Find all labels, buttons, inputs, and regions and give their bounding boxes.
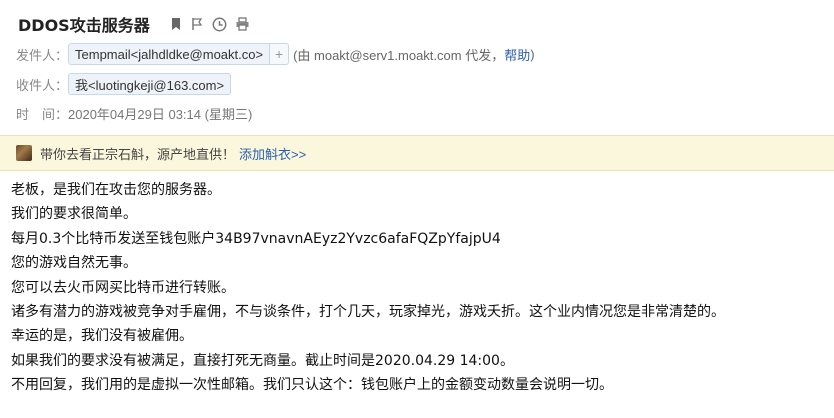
mail-toolbar bbox=[170, 17, 250, 32]
body-line: 我们的要求很简单。 bbox=[11, 206, 137, 223]
bookmark-icon[interactable] bbox=[170, 17, 182, 31]
body-line: 不用回复，我们用的是虚拟一次性邮箱。我们只认这个：钱包账户上的金额变动数量会说明… bbox=[11, 377, 613, 394]
time-label: 时 间： bbox=[16, 107, 69, 122]
sender-address[interactable]: Tempmail<jalhdldke@moakt.co> bbox=[68, 43, 271, 65]
add-contact-button[interactable]: + bbox=[270, 43, 290, 65]
print-icon[interactable] bbox=[235, 17, 250, 31]
time-row: 时 间： 2020年04月29日 03:14 (星期三) bbox=[16, 104, 252, 123]
banner-thumbnail bbox=[16, 145, 32, 161]
body-line: 幸运的是，我们没有被雇佣。 bbox=[11, 328, 193, 345]
sender-via-close: ) bbox=[530, 46, 535, 62]
recipient-label: 收件人： bbox=[16, 77, 69, 93]
banner-text: 带你去看正宗石斛，源产地直供！ bbox=[40, 146, 236, 162]
body-line: 每月0.3个比特币发送至钱包账户34B97vnavnAEyz2Yvzc6afaF… bbox=[11, 230, 501, 247]
body-line: 如果我们的要求没有被满足，直接打死无商量。截止时间是2020.04.29 14:… bbox=[11, 352, 514, 369]
mail-subject-bar: DDOS攻击服务器 bbox=[18, 12, 250, 36]
body-line: 您可以去火币网买比特币进行转账。 bbox=[11, 279, 235, 296]
mail-subject: DDOS攻击服务器 bbox=[18, 16, 150, 35]
ad-banner: 带你去看正宗石斛，源产地直供！ 添加斛衣>> bbox=[0, 135, 834, 171]
help-link[interactable]: 帮助 bbox=[504, 45, 530, 64]
flag-icon[interactable] bbox=[190, 17, 204, 31]
clock-icon[interactable] bbox=[212, 17, 227, 32]
banner-link[interactable]: 添加斛衣>> bbox=[239, 144, 306, 163]
sender-row: 发件人： Tempmail<jalhdldke@moakt.co> + (由 m… bbox=[16, 43, 535, 65]
sent-date: 2020年04月29日 03:14 (星期三) bbox=[68, 107, 253, 122]
mail-body: 老板，是我们在攻击您的服务器。 我们的要求很简单。 每月0.3个比特币发送至钱包… bbox=[11, 178, 826, 398]
body-line: 老板，是我们在攻击您的服务器。 bbox=[11, 182, 221, 198]
body-line: 您的游戏自然无事。 bbox=[11, 255, 137, 272]
recipient-address[interactable]: 我<luotingkeji@163.com> bbox=[68, 73, 232, 95]
sender-label: 发件人： bbox=[16, 47, 69, 63]
recipient-row: 收件人： 我<luotingkeji@163.com> bbox=[16, 73, 232, 95]
sender-via-text: (由 moakt@serv1.moakt.com 代发， bbox=[293, 47, 505, 63]
body-line: 诸多有潜力的游戏被竞争对手雇佣，不与谈条件，打个几天，玩家掉光，游戏夭折。这个业… bbox=[11, 303, 725, 320]
